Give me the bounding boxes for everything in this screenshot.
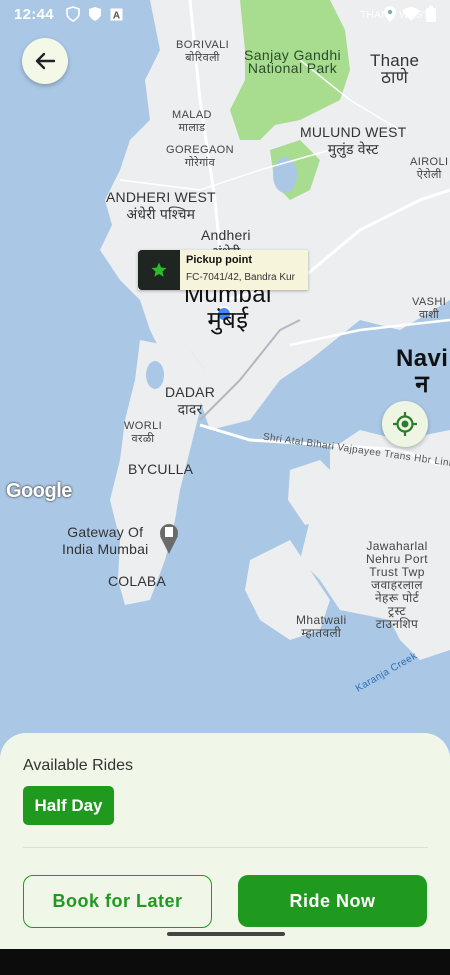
map-label-goregaon: GOREGAON गोरेगांव bbox=[166, 144, 234, 169]
sheet-divider bbox=[23, 847, 428, 848]
my-location-button[interactable] bbox=[382, 401, 428, 447]
ride-option-half-day[interactable]: Half Day bbox=[23, 786, 114, 825]
map-label-dadar: DADAR दादर bbox=[165, 384, 216, 417]
map-label-malad: MALAD मालाड bbox=[172, 109, 212, 134]
available-rides-heading: Available Rides bbox=[23, 757, 133, 774]
map-label-vashi: VASHI वाशी bbox=[412, 296, 447, 321]
shield-icon bbox=[66, 6, 80, 22]
system-nav-bar bbox=[0, 932, 450, 975]
pickup-point-callout[interactable]: Pickup point FC-7041/42, Bandra Kur bbox=[138, 250, 308, 290]
pickup-title: Pickup point bbox=[186, 254, 252, 266]
map-lake-2 bbox=[146, 361, 164, 389]
status-bar: 12:44 A bbox=[0, 0, 450, 28]
back-button[interactable] bbox=[22, 38, 68, 84]
ride-options-sheet: Available Rides Half Day Book for Later … bbox=[0, 733, 450, 975]
location-icon bbox=[384, 6, 396, 22]
pickup-info: Pickup point FC-7041/42, Bandra Kur bbox=[180, 250, 308, 290]
arrow-left-icon bbox=[35, 52, 56, 70]
map-label-worli: WORLI वरळी bbox=[124, 420, 163, 445]
map-label-airoli: AIROLI ऐरोली bbox=[410, 156, 449, 181]
map-label-andheri-west: ANDHERI WEST अंधेरी पश्चिम bbox=[106, 189, 216, 222]
wifi-icon bbox=[402, 7, 420, 21]
text-icon: A bbox=[110, 8, 123, 21]
map-label-navi: Navi न bbox=[396, 345, 449, 398]
map-label-borivali: BORIVALI बोरिवली bbox=[176, 39, 230, 64]
map-label-jnpt: Jawaharlal Nehru Port Trust Twp जवाहरलाल नेह… bbox=[366, 539, 429, 631]
crosshair-icon bbox=[393, 412, 417, 436]
map-label-mulund-west: MULUND WEST मुलुंड वेस्ट bbox=[300, 124, 407, 157]
map-label-mhatwali: Mhatwali म्हातवली bbox=[296, 613, 347, 640]
home-indicator[interactable] bbox=[167, 932, 285, 936]
ride-now-button[interactable]: Ride Now bbox=[238, 875, 427, 927]
google-attribution: Google bbox=[6, 480, 72, 502]
pickup-address: FC-7041/42, Bandra Kur bbox=[186, 272, 295, 283]
battery-icon bbox=[426, 6, 436, 22]
map-label-byculla: BYCULLA bbox=[128, 461, 194, 477]
status-time: 12:44 bbox=[14, 5, 54, 23]
map-label-colaba: COLABA bbox=[108, 573, 166, 589]
svg-text:A: A bbox=[113, 10, 120, 21]
star-icon bbox=[151, 262, 167, 277]
pickup-star-badge bbox=[138, 250, 180, 290]
shield-filled-icon bbox=[88, 7, 101, 21]
book-for-later-button[interactable]: Book for Later bbox=[23, 875, 212, 928]
map-label-gateway: Gateway Of India Mumbai bbox=[62, 524, 149, 557]
map-label-thane: Thane ठाणे bbox=[370, 51, 420, 87]
map-label-park: Sanjay Gandhi National Park bbox=[244, 47, 342, 76]
